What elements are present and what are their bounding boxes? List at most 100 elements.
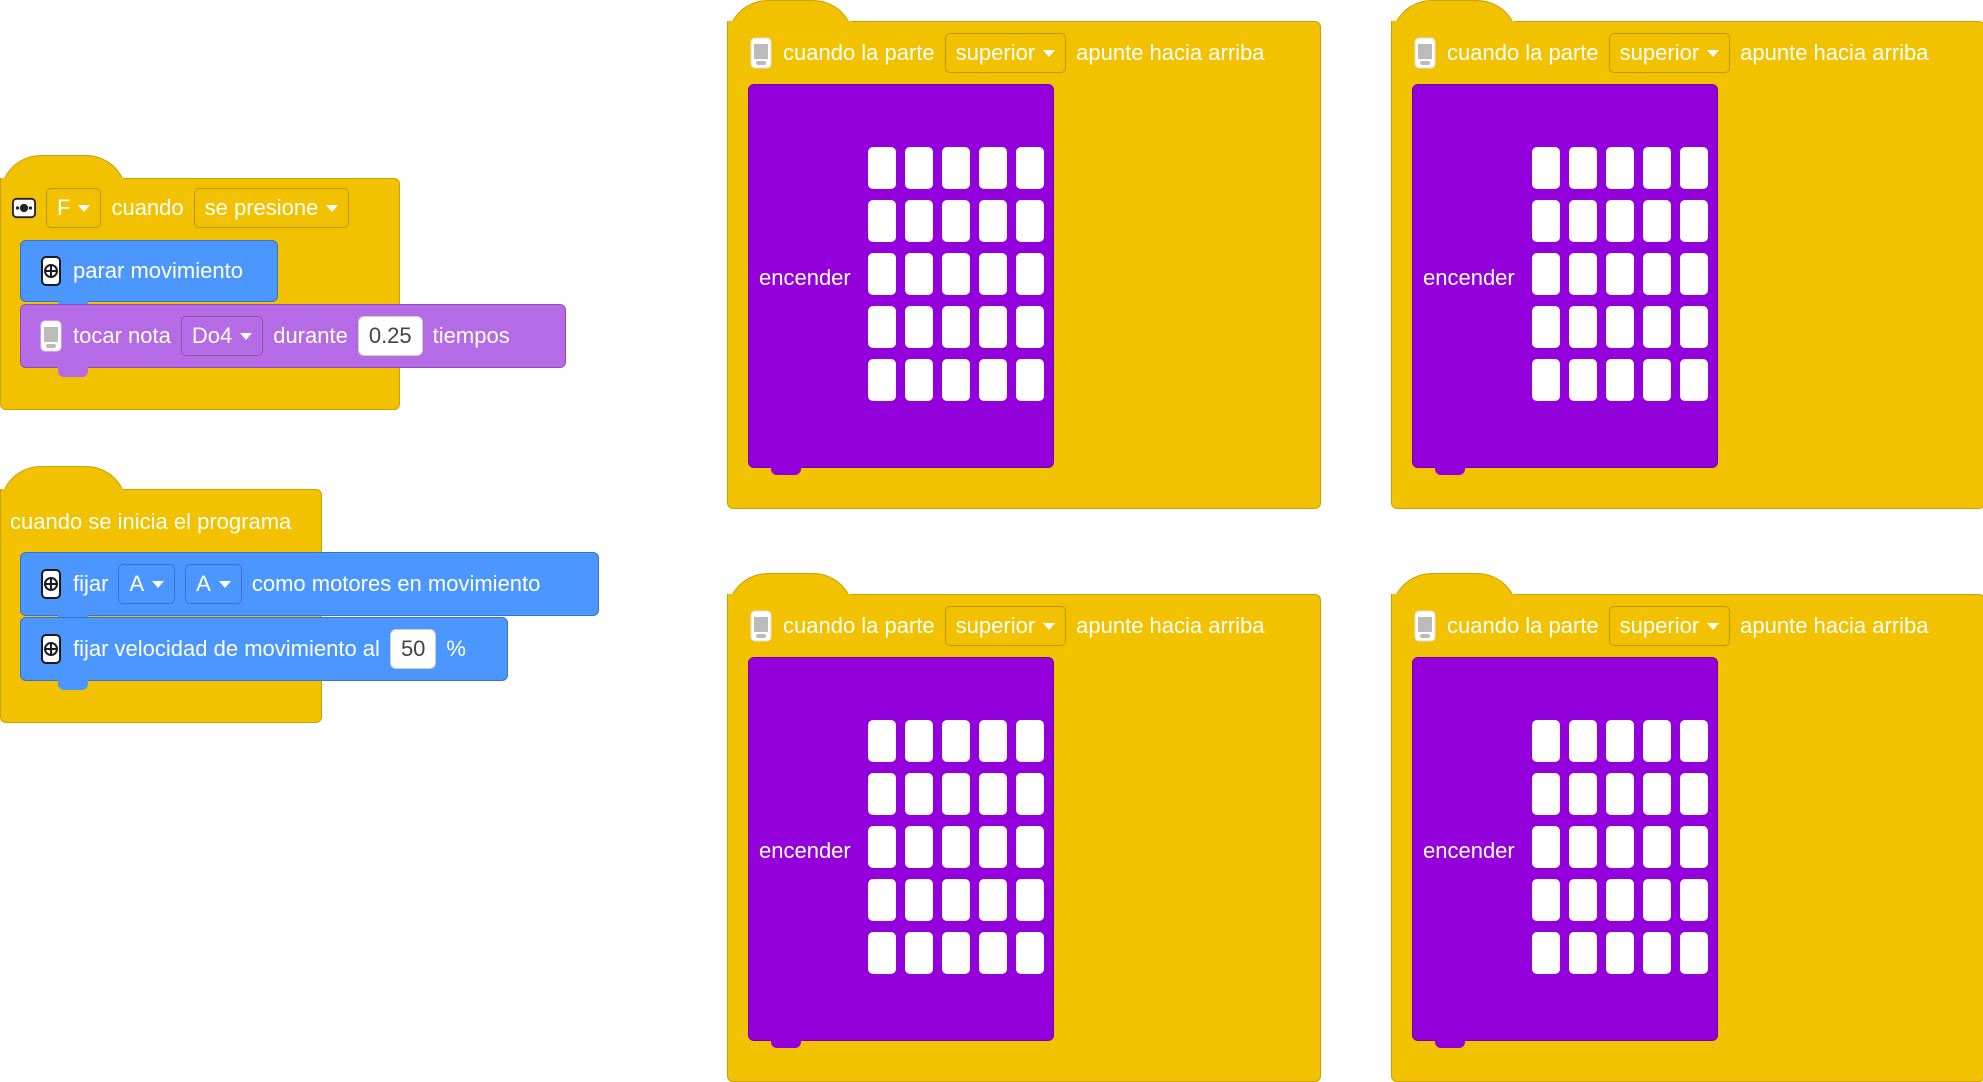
stop-movement-block[interactable]: parar movimiento — [20, 240, 278, 302]
light-matrix-block[interactable]: encender — [748, 84, 1054, 468]
led-pixel[interactable] — [979, 826, 1007, 868]
led-pixel[interactable] — [1569, 306, 1597, 348]
led-pixel[interactable] — [1016, 359, 1044, 401]
led-pixel[interactable] — [1680, 147, 1708, 189]
led-pixel[interactable] — [868, 306, 896, 348]
led-pixel[interactable] — [1680, 773, 1708, 815]
led-pixel[interactable] — [1016, 200, 1044, 242]
port-dropdown[interactable]: F — [46, 188, 102, 228]
led-pixel[interactable] — [1532, 773, 1560, 815]
led-pixel[interactable] — [905, 773, 933, 815]
led-pixel[interactable] — [1532, 932, 1560, 974]
led-pixel[interactable] — [942, 147, 970, 189]
led-pixel[interactable] — [979, 200, 1007, 242]
led-pixel[interactable] — [905, 306, 933, 348]
led-pixel[interactable] — [979, 253, 1007, 295]
orientation-dropdown[interactable]: superior — [944, 606, 1067, 646]
led-pixel[interactable] — [1532, 720, 1560, 762]
led-pixel[interactable] — [868, 253, 896, 295]
led-pixel[interactable] — [1680, 253, 1708, 295]
led-pixel[interactable] — [905, 147, 933, 189]
led-pixel[interactable] — [868, 826, 896, 868]
speed-input[interactable]: 50 — [389, 629, 437, 669]
led-pixel[interactable] — [1643, 147, 1671, 189]
led-pixel[interactable] — [1643, 720, 1671, 762]
led-pixel[interactable] — [1569, 147, 1597, 189]
event-dropdown[interactable]: se presione — [193, 188, 350, 228]
led-pixel[interactable] — [905, 826, 933, 868]
led-pixel[interactable] — [1569, 200, 1597, 242]
led-pixel[interactable] — [1569, 253, 1597, 295]
led-pixel[interactable] — [1532, 879, 1560, 921]
led-pixel[interactable] — [1569, 879, 1597, 921]
led-pixel[interactable] — [1606, 879, 1634, 921]
led-pixel[interactable] — [1569, 932, 1597, 974]
led-pixel[interactable] — [1532, 826, 1560, 868]
light-matrix-block[interactable]: encender — [1412, 657, 1718, 1041]
orientation-dropdown[interactable]: superior — [944, 33, 1067, 73]
led-pixel[interactable] — [1680, 200, 1708, 242]
led-pixel[interactable] — [1606, 773, 1634, 815]
led-pixel[interactable] — [979, 879, 1007, 921]
set-motors-block[interactable]: fijar A A como motores en movimiento — [20, 552, 599, 616]
led-pixel[interactable] — [868, 932, 896, 974]
play-note-block[interactable]: tocar nota Do4 durante 0.25 tiempos — [20, 304, 566, 368]
led-pixel[interactable] — [979, 720, 1007, 762]
led-pixel[interactable] — [979, 932, 1007, 974]
led-pixel[interactable] — [1016, 306, 1044, 348]
led-pixel[interactable] — [1680, 720, 1708, 762]
led-pixel[interactable] — [1606, 720, 1634, 762]
led-pixel[interactable] — [1016, 879, 1044, 921]
led-pixel[interactable] — [1680, 306, 1708, 348]
motor-left-dropdown[interactable]: A — [118, 564, 176, 604]
led-pixel[interactable] — [942, 253, 970, 295]
led-pixel[interactable] — [1680, 879, 1708, 921]
motor-right-dropdown[interactable]: A — [185, 564, 242, 604]
led-pixel[interactable] — [1643, 359, 1671, 401]
led-pixel[interactable] — [1016, 826, 1044, 868]
led-pixel[interactable] — [868, 147, 896, 189]
led-pixel[interactable] — [905, 720, 933, 762]
led-pixel[interactable] — [1606, 253, 1634, 295]
led-pixel[interactable] — [1569, 773, 1597, 815]
led-pixel[interactable] — [942, 879, 970, 921]
led-pixel[interactable] — [1016, 147, 1044, 189]
led-pixel[interactable] — [1016, 932, 1044, 974]
led-pixel[interactable] — [1606, 306, 1634, 348]
led-pixel[interactable] — [1643, 773, 1671, 815]
note-duration-input[interactable]: 0.25 — [357, 316, 423, 356]
led-pixel[interactable] — [868, 359, 896, 401]
led-pixel[interactable] — [868, 773, 896, 815]
led-pixel[interactable] — [979, 306, 1007, 348]
led-pixel[interactable] — [942, 773, 970, 815]
led-pixel[interactable] — [905, 253, 933, 295]
led-pixel[interactable] — [1680, 932, 1708, 974]
led-pixel[interactable] — [942, 306, 970, 348]
led-pixel[interactable] — [1606, 147, 1634, 189]
led-pixel[interactable] — [905, 879, 933, 921]
led-pixel[interactable] — [979, 147, 1007, 189]
led-pixel[interactable] — [1606, 200, 1634, 242]
led-pixel[interactable] — [1643, 253, 1671, 295]
led-pixel[interactable] — [905, 200, 933, 242]
led-pixel[interactable] — [1680, 359, 1708, 401]
led-pixel[interactable] — [979, 773, 1007, 815]
led-pixel[interactable] — [1569, 720, 1597, 762]
led-pixel[interactable] — [942, 932, 970, 974]
orientation-dropdown[interactable]: superior — [1608, 33, 1731, 73]
led-pixel[interactable] — [868, 879, 896, 921]
led-pixel[interactable] — [1016, 720, 1044, 762]
led-pixel[interactable] — [1532, 306, 1560, 348]
led-pixel[interactable] — [1606, 359, 1634, 401]
led-pixel[interactable] — [942, 200, 970, 242]
led-pixel[interactable] — [942, 720, 970, 762]
set-speed-block[interactable]: fijar velocidad de movimiento al 50 % — [20, 617, 508, 681]
led-pixel[interactable] — [1016, 253, 1044, 295]
led-pixel[interactable] — [1643, 879, 1671, 921]
led-pixel[interactable] — [1643, 306, 1671, 348]
led-pixel[interactable] — [868, 720, 896, 762]
led-pixel[interactable] — [1606, 932, 1634, 974]
led-pixel[interactable] — [1606, 826, 1634, 868]
led-pixel[interactable] — [905, 932, 933, 974]
led-pixel[interactable] — [1643, 200, 1671, 242]
